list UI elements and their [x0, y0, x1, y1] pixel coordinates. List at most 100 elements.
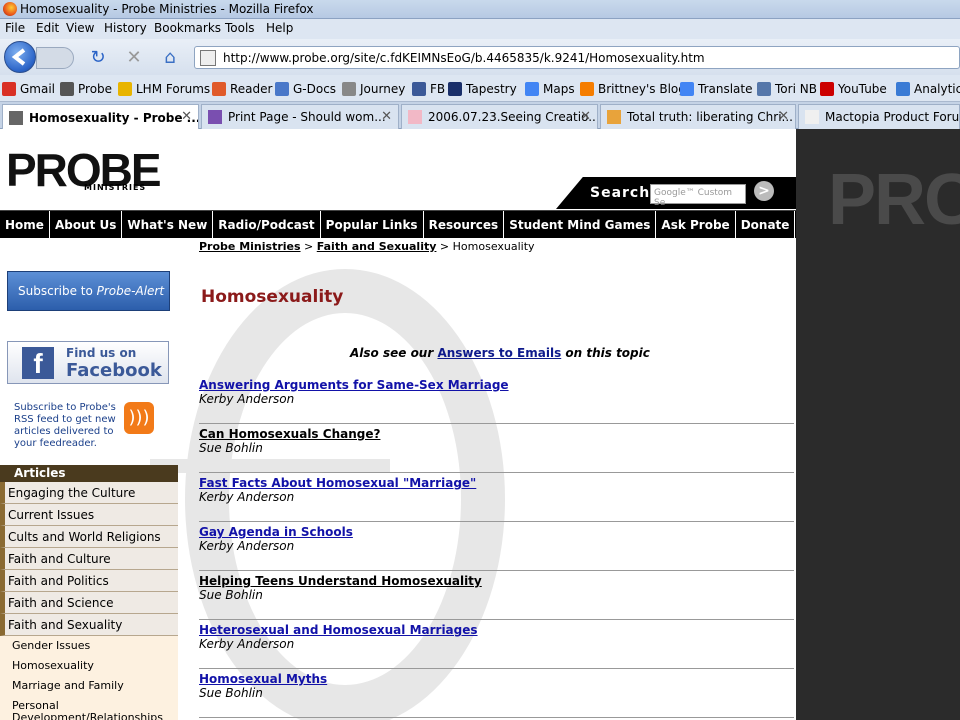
- breadcrumb-probe-ministries[interactable]: Probe Ministries: [199, 240, 301, 253]
- nav-about-us[interactable]: About Us: [50, 211, 123, 239]
- article-title-link[interactable]: Helping Teens Understand Homosexuality: [199, 574, 482, 588]
- menu-help[interactable]: Help: [266, 21, 293, 35]
- breadcrumb-faith-and-sexuality[interactable]: Faith and Sexuality: [317, 240, 437, 253]
- nav-radio-podcast[interactable]: Radio/Podcast: [213, 211, 321, 239]
- category-faith-and-science[interactable]: Faith and Science: [0, 592, 178, 614]
- also-prefix: Also see our: [350, 346, 438, 360]
- cross-icon: [448, 82, 462, 96]
- subcategory-homosexuality[interactable]: Homosexuality: [0, 656, 178, 676]
- subscribe-probe-alert-button[interactable]: Subscribe to Probe-Alert: [7, 271, 170, 311]
- nav-ask-probe[interactable]: Ask Probe: [656, 211, 736, 239]
- bookmarks-toolbar: Gmail Probe LHM Forums Reader G-Docs Journey F…: [0, 75, 960, 102]
- tab-close-icon[interactable]: ✕: [381, 109, 392, 124]
- nav-resources[interactable]: Resources: [424, 211, 505, 239]
- navigation-toolbar: ↻ ✕ ⌂ http://www.probe.org/site/c.fdKEIM…: [0, 39, 960, 75]
- bookmark-translate[interactable]: Translate: [680, 80, 753, 98]
- browser-tab[interactable]: 2006.07.23.Seeing Creatio... ✕: [401, 104, 598, 129]
- nav-home[interactable]: Home: [0, 211, 50, 239]
- browser-tab[interactable]: Homosexuality - Probe ... ✕: [2, 104, 199, 130]
- tab-label: Homosexuality - Probe ...: [29, 110, 199, 125]
- answers-to-emails-link[interactable]: Answers to Emails: [437, 346, 561, 360]
- stop-icon[interactable]: ✕: [124, 48, 144, 68]
- menu-edit[interactable]: Edit: [36, 21, 59, 35]
- article-item: Homosexual Myths Sue Bohlin: [199, 669, 794, 718]
- bookmark-tapestry[interactable]: Tapestry: [448, 80, 517, 98]
- bookmark-label: Gmail: [20, 82, 56, 96]
- article-item: Fast Facts About Homosexual "Marriage" Ke…: [199, 473, 794, 522]
- search-input[interactable]: Google™ Custom Se: [650, 184, 746, 208]
- nav-contact[interactable]: Contact: [795, 211, 796, 239]
- nav-student-mind-games[interactable]: Student Mind Games: [504, 211, 657, 239]
- browser-tab[interactable]: Print Page - Should wom... ✕: [201, 104, 399, 129]
- category-current-issues[interactable]: Current Issues: [0, 504, 178, 526]
- menu-file[interactable]: File: [5, 21, 25, 35]
- article-item: Helping Teens Understand Homosexuality Su…: [199, 571, 794, 620]
- tab-favicon-icon: [9, 110, 23, 125]
- home-icon[interactable]: ⌂: [160, 48, 180, 68]
- bookmark-lhm-forums[interactable]: LHM Forums: [118, 80, 210, 98]
- rss-icon[interactable]: ))): [124, 402, 154, 434]
- menu-tools[interactable]: Tools: [225, 21, 255, 35]
- bookmark-gmail[interactable]: Gmail: [2, 80, 55, 98]
- back-button[interactable]: [4, 41, 36, 73]
- menu-history[interactable]: History: [104, 21, 147, 35]
- tab-close-icon[interactable]: ✕: [181, 109, 192, 124]
- menu-bookmarks[interactable]: Bookmarks: [154, 21, 221, 35]
- also-see-line: Also see our Answers to Emails on this t…: [350, 346, 650, 360]
- blogger-icon: [580, 82, 594, 96]
- browser-tab[interactable]: Mactopia Product Forum...: [798, 104, 960, 129]
- article-title-link[interactable]: Fast Facts About Homosexual "Marriage": [199, 476, 476, 490]
- bookmark-brittney-s-blog[interactable]: Brittney's Blog: [580, 80, 686, 98]
- bookmark-journey[interactable]: Journey: [342, 80, 405, 98]
- subcategory-marriage-and-family[interactable]: Marriage and Family: [0, 676, 178, 696]
- nav-donate[interactable]: Donate: [736, 211, 796, 239]
- forward-button[interactable]: [36, 47, 74, 69]
- bookmark-youtube[interactable]: YouTube: [820, 80, 887, 98]
- tab-close-icon[interactable]: ✕: [778, 109, 789, 124]
- bookmark-fb[interactable]: FB: [412, 80, 445, 98]
- menu-view[interactable]: View: [66, 21, 94, 35]
- window-title: Homosexuality - Probe Ministries - Mozil…: [20, 2, 314, 16]
- tab-favicon-icon: [607, 110, 621, 124]
- facebook-button[interactable]: f Find us on Facebook: [7, 341, 169, 384]
- bookmark-maps[interactable]: Maps: [525, 80, 575, 98]
- category-faith-and-politics[interactable]: Faith and Politics: [0, 570, 178, 592]
- reader-icon: [212, 82, 226, 96]
- article-title-link[interactable]: Gay Agenda in Schools: [199, 525, 353, 539]
- facebook-icon: [412, 82, 426, 96]
- bookmark-probe[interactable]: Probe: [60, 80, 112, 98]
- bookmark-label: Journey: [360, 82, 406, 96]
- article-title-link[interactable]: Homosexual Myths: [199, 672, 327, 686]
- article-author: Kerby Anderson: [199, 392, 295, 406]
- reload-icon[interactable]: ↻: [88, 48, 108, 68]
- rss-description[interactable]: Subscribe to Probe's RSS feed to get new…: [14, 402, 124, 450]
- bookmark-tori-nb[interactable]: Tori NB: [757, 80, 817, 98]
- category-cults-and-world-religions[interactable]: Cults and World Religions: [0, 526, 178, 548]
- nav-popular-links[interactable]: Popular Links: [321, 211, 424, 239]
- subcategory-personal-development-relationships[interactable]: Personal Development/Relationships: [0, 696, 178, 720]
- category-faith-and-culture[interactable]: Faith and Culture: [0, 548, 178, 570]
- journey-icon: [342, 82, 356, 96]
- bookmark-analytic[interactable]: Analytic: [896, 80, 960, 98]
- article-title-link[interactable]: Answering Arguments for Same-Sex Marriag…: [199, 378, 509, 392]
- breadcrumb-separator: >: [304, 240, 314, 253]
- subcategory-gender-issues[interactable]: Gender Issues: [0, 636, 178, 656]
- search-go-button[interactable]: >: [754, 181, 774, 201]
- translate-icon: [680, 82, 694, 96]
- article-title-link[interactable]: Can Homosexuals Change?: [199, 427, 380, 441]
- url-bar[interactable]: http://www.probe.org/site/c.fdKEIMNsEoG/…: [194, 46, 960, 69]
- bookmark-g-docs[interactable]: G-Docs: [275, 80, 336, 98]
- nav-what-s-new[interactable]: What's New: [122, 211, 214, 239]
- tab-strip: Homosexuality - Probe ... ✕ Print Page - S…: [0, 102, 960, 130]
- bookmark-reader[interactable]: Reader: [212, 80, 272, 98]
- category-engaging-the-culture[interactable]: Engaging the Culture: [0, 482, 178, 504]
- docs-icon: [275, 82, 289, 96]
- url-text: http://www.probe.org/site/c.fdKEIMNsEoG/…: [223, 51, 705, 65]
- article-author: Sue Bohlin: [199, 588, 263, 602]
- article-title-link[interactable]: Heterosexual and Homosexual Marriages: [199, 623, 478, 637]
- browser-tab[interactable]: Total truth: liberating Chri... ✕: [600, 104, 796, 129]
- tab-close-icon[interactable]: ✕: [580, 109, 591, 124]
- tab-label: Print Page - Should wom...: [228, 110, 386, 124]
- tab-favicon-icon: [408, 110, 422, 124]
- category-faith-and-sexuality[interactable]: Faith and Sexuality: [0, 614, 178, 636]
